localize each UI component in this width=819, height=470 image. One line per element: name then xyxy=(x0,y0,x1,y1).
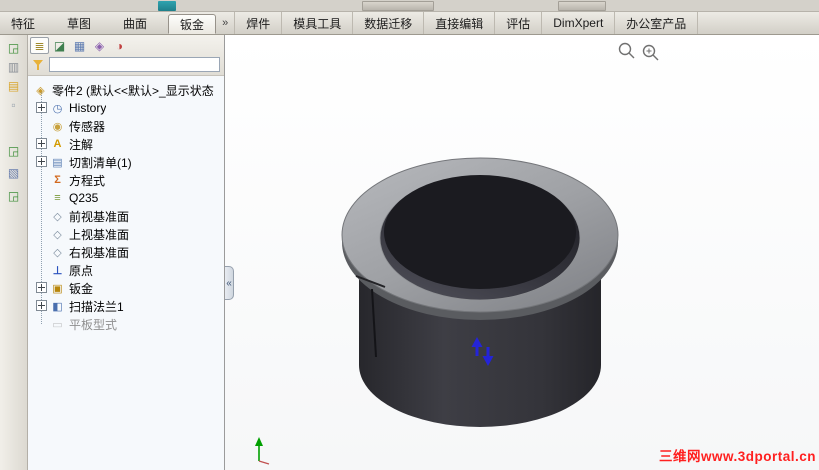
tree-item-label: 注解 xyxy=(69,137,94,152)
open-folder-icon[interactable] xyxy=(5,78,22,94)
tree-item-label: 方程式 xyxy=(69,173,106,188)
configurationmanager-icon[interactable] xyxy=(70,37,89,54)
history-folder-icon xyxy=(50,101,65,116)
dimxpertmanager-icon[interactable] xyxy=(90,37,109,54)
origin-icon xyxy=(50,263,65,278)
bore-hole[interactable] xyxy=(384,175,576,289)
solidworks-window: 特征 草图 曲面 钣金 » 焊件 模具工具 数据迁移 直接编辑 评估 DimXp… xyxy=(0,0,819,470)
tab-mold-tools[interactable]: 模具工具 xyxy=(281,12,352,34)
plane-icon xyxy=(50,209,65,224)
tree-item-sheet-metal[interactable]: 钣金 xyxy=(28,279,224,297)
tree-filter-row xyxy=(28,55,224,75)
sketch-corner-icon[interactable] xyxy=(5,188,22,204)
filter-funnel-icon[interactable] xyxy=(32,58,46,72)
equations-icon xyxy=(50,173,65,188)
featuremanager-tree-icon[interactable] xyxy=(30,37,49,54)
clipboard-icon[interactable] xyxy=(5,165,22,181)
filter-input[interactable] xyxy=(49,57,220,72)
tab-features[interactable]: 特征 xyxy=(0,12,46,34)
tree-item-label: 前视基准面 xyxy=(69,209,130,224)
cut-list-icon xyxy=(50,155,65,170)
panel-header xyxy=(28,35,224,76)
expand-box-icon[interactable] xyxy=(36,282,47,293)
plane-icon xyxy=(50,227,65,242)
tree-item-label: 平板型式 xyxy=(69,317,118,332)
tree-item-label: 原点 xyxy=(69,263,94,278)
tab-surfaces[interactable]: 曲面 xyxy=(112,12,158,34)
tree-item-material-q235[interactable]: Q235 xyxy=(28,189,224,207)
expand-box-icon[interactable] xyxy=(36,138,47,149)
clipped-toolbar-fragment xyxy=(362,1,434,11)
commandmanager-tabbar: 特征 草图 曲面 钣金 » 焊件 模具工具 数据迁移 直接编辑 评估 DimXp… xyxy=(0,12,819,35)
annotations-icon xyxy=(50,137,65,152)
sensors-icon xyxy=(50,119,65,134)
featuremanager-panel: 零件2 (默认<<默认>_显示状态 History 传感器 注解 xyxy=(28,35,225,470)
origin-triad-icon xyxy=(255,437,270,465)
tree-item-label: 零件2 (默认<<默认>_显示状态 xyxy=(52,83,214,98)
tab-sketch[interactable]: 草图 xyxy=(56,12,102,34)
tree-item-equations[interactable]: 方程式 xyxy=(28,171,224,189)
tree-item-label: Q235 xyxy=(69,191,99,205)
expand-box-icon[interactable] xyxy=(36,300,47,311)
tab-office-products[interactable]: 办公室产品 xyxy=(614,12,699,34)
left-quick-toolbar xyxy=(0,35,28,470)
feature-tree: 零件2 (默认<<默认>_显示状态 History 传感器 注解 xyxy=(28,76,224,470)
material-icon xyxy=(50,191,65,206)
clipped-toolbar-fragment xyxy=(558,1,606,11)
tree-item-label: 上视基准面 xyxy=(69,227,130,242)
tree-item-origin[interactable]: 原点 xyxy=(28,261,224,279)
sketch-corner-icon[interactable] xyxy=(5,143,22,159)
tree-item-label: 钣金 xyxy=(69,281,94,296)
tab-evaluate[interactable]: 评估 xyxy=(494,12,541,34)
tree-item-right-plane[interactable]: 右视基准面 xyxy=(28,243,224,261)
magnifier-icon[interactable] xyxy=(618,42,635,59)
note-icon[interactable] xyxy=(5,97,22,113)
tree-item-sensors[interactable]: 传感器 xyxy=(28,117,224,135)
tab-sheet-metal[interactable]: 钣金 xyxy=(168,14,217,34)
model-3d-view[interactable] xyxy=(225,35,819,470)
tab-weldments[interactable]: 焊件 xyxy=(234,12,281,34)
tab-overflow-chevron-icon[interactable]: » xyxy=(216,12,234,34)
swept-flange-icon xyxy=(50,299,65,314)
sheet-metal-folder-icon xyxy=(50,281,65,296)
tab-data-migration[interactable]: 数据迁移 xyxy=(352,12,423,34)
graphics-area[interactable]: « 三维网www.3dportal.cn xyxy=(225,35,819,470)
tree-item-annotations[interactable]: 注解 xyxy=(28,135,224,153)
displaymanager-icon[interactable] xyxy=(110,37,129,54)
panel-tab-row xyxy=(28,35,224,55)
tab-dimxpert[interactable]: DimXpert xyxy=(541,12,614,34)
expand-box-icon[interactable] xyxy=(36,156,47,167)
part-icon xyxy=(33,83,48,98)
propertymanager-icon[interactable] xyxy=(50,37,69,54)
tree-item-label: 扫描法兰1 xyxy=(69,299,124,314)
tree-item-cut-list[interactable]: 切割清单(1) xyxy=(28,153,224,171)
tree-item-label: 传感器 xyxy=(69,119,106,134)
tree-item-top-plane[interactable]: 上视基准面 xyxy=(28,225,224,243)
tree-item-history[interactable]: History xyxy=(28,99,224,117)
clipped-toolbar-strip xyxy=(0,0,819,12)
tree-item-label: 切割清单(1) xyxy=(69,155,132,170)
magnifier-plus-icon[interactable] xyxy=(642,44,659,61)
main-area: 零件2 (默认<<默认>_显示状态 History 传感器 注解 xyxy=(0,35,819,470)
plane-icon xyxy=(50,245,65,260)
tree-item-flat-pattern[interactable]: 平板型式 xyxy=(28,315,224,333)
panel-collapse-chevron[interactable]: « xyxy=(225,266,234,300)
tree-item-label: History xyxy=(69,101,107,115)
flat-pattern-icon xyxy=(50,317,65,332)
expand-box-icon[interactable] xyxy=(36,102,47,113)
tree-item-front-plane[interactable]: 前视基准面 xyxy=(28,207,224,225)
watermark-text: 三维网www.3dportal.cn xyxy=(658,449,816,464)
tree-item-label: 右视基准面 xyxy=(69,245,130,260)
tab-direct-editing[interactable]: 直接编辑 xyxy=(423,12,494,34)
tree-item-swept-flange1[interactable]: 扫描法兰1 xyxy=(28,297,224,315)
dimension-icon[interactable] xyxy=(5,59,22,75)
tree-item-part-root[interactable]: 零件2 (默认<<默认>_显示状态 xyxy=(28,81,224,99)
clipped-toolbar-fragment xyxy=(158,1,176,11)
sketch-icon[interactable] xyxy=(5,40,22,56)
